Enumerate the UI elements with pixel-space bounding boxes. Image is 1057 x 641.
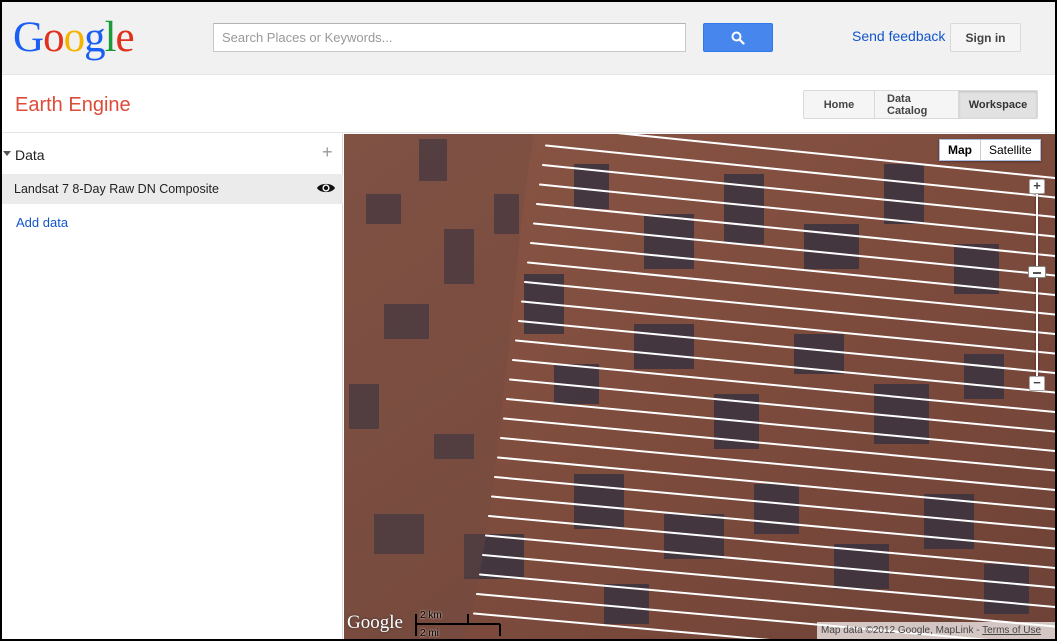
zoom-out-button[interactable]: −: [1029, 376, 1045, 391]
nav-workspace[interactable]: Workspace: [958, 91, 1037, 118]
add-layer-plus-icon[interactable]: +: [322, 142, 333, 163]
scale-mi-label: 2 mi: [420, 628, 439, 639]
map-type-map[interactable]: Map: [940, 140, 980, 160]
search-icon: [731, 31, 745, 45]
add-data-link[interactable]: Add data: [16, 215, 68, 230]
google-map-logo: Google: [347, 612, 403, 633]
search-input[interactable]: [213, 23, 686, 52]
data-panel-header[interactable]: Data +: [2, 142, 343, 166]
scale-km-label: 2 km: [420, 610, 442, 621]
scale-bar: 2 km 2 mi: [414, 610, 504, 639]
layer-label: Landsat 7 8-Day Raw DN Composite: [14, 182, 219, 196]
nav-home[interactable]: Home: [804, 91, 874, 118]
terms-of-use-link[interactable]: Terms of Use: [982, 625, 1041, 636]
map-attribution: Map data ©2012 Google, MapLink - Terms o…: [817, 622, 1055, 639]
send-feedback-link[interactable]: Send feedback: [852, 28, 945, 44]
main-nav: Home Data Catalog Workspace: [803, 90, 1038, 119]
top-bar: Google Send feedback Sign in: [2, 2, 1055, 75]
search-button[interactable]: [703, 23, 773, 52]
attribution-text: Map data ©2012 Google, MapLink -: [821, 625, 983, 636]
app-title[interactable]: Earth Engine: [15, 94, 131, 117]
zoom-track[interactable]: [1036, 189, 1038, 385]
data-panel-title: Data: [15, 147, 45, 163]
map-type-control: Map Satellite: [939, 139, 1041, 161]
map-canvas[interactable]: Map Satellite + − Google 2 km 2 mi Map d…: [344, 134, 1055, 639]
satellite-imagery: [344, 134, 1055, 639]
visibility-eye-icon[interactable]: [316, 181, 336, 195]
google-logo[interactable]: Google: [13, 16, 135, 59]
app-window: Google Send feedback Sign in Earth Engin…: [2, 2, 1055, 639]
app-header: Earth Engine Home Data Catalog Workspace: [2, 76, 1055, 133]
map-type-satellite[interactable]: Satellite: [980, 140, 1040, 160]
collapse-caret-icon[interactable]: [3, 151, 11, 156]
nav-data-catalog[interactable]: Data Catalog: [874, 91, 958, 118]
sign-in-button[interactable]: Sign in: [950, 23, 1021, 52]
zoom-control: + −: [1028, 179, 1046, 391]
zoom-slider-handle[interactable]: [1028, 266, 1046, 278]
zoom-in-button[interactable]: +: [1029, 179, 1045, 194]
data-panel: Data + Landsat 7 8-Day Raw DN Composite …: [2, 134, 343, 639]
layer-item[interactable]: Landsat 7 8-Day Raw DN Composite: [2, 174, 343, 204]
